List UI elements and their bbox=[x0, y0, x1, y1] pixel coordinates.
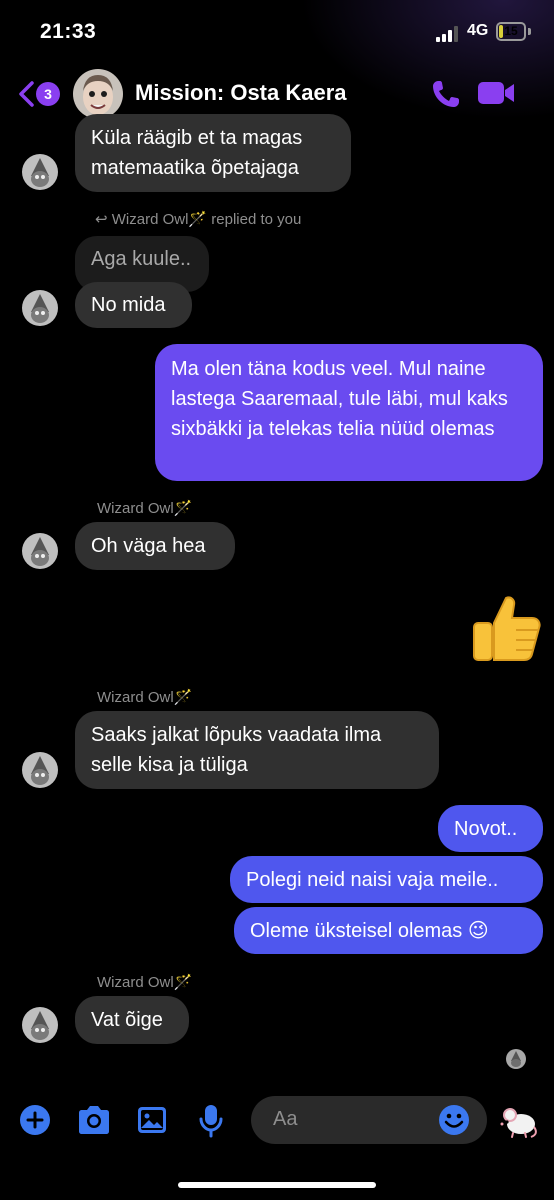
reply-note-text: Wizard Owl🪄 replied to you bbox=[111, 211, 302, 228]
thumbs-up-icon[interactable] bbox=[466, 590, 546, 670]
status-time: 21:33 bbox=[40, 20, 97, 43]
message-bubble-outgoing[interactable]: Oleme üksteisel olemas 😉 bbox=[234, 907, 543, 954]
message-bubble-incoming[interactable]: No mida bbox=[75, 282, 192, 328]
avatar[interactable] bbox=[22, 752, 58, 788]
sender-name: Wizard Owl🪄 bbox=[97, 500, 193, 517]
plus-circle-icon[interactable] bbox=[19, 1104, 51, 1136]
message-bubble-incoming[interactable]: Vat õige bbox=[75, 996, 189, 1044]
battery-level: 15 bbox=[504, 24, 518, 38]
chat-title[interactable]: Mission: Osta Kaera bbox=[135, 80, 347, 106]
camera-icon[interactable] bbox=[76, 1104, 112, 1136]
composer-bar: Aa bbox=[0, 1086, 554, 1156]
emoji-icon[interactable] bbox=[438, 1104, 470, 1136]
message-bubble-incoming[interactable]: Küla räägib et ta magas matemaatika õpet… bbox=[75, 114, 351, 192]
video-camera-icon[interactable] bbox=[477, 78, 515, 108]
group-avatar[interactable] bbox=[73, 69, 123, 119]
avatar[interactable] bbox=[22, 290, 58, 326]
sender-name: Wizard Owl🪄 bbox=[97, 689, 193, 706]
message-input-placeholder: Aa bbox=[273, 1108, 298, 1130]
message-bubble-outgoing[interactable]: Polegi neid naisi vaja meile.. bbox=[230, 856, 543, 903]
reply-indicator: ↩ Wizard Owl🪄 replied to you bbox=[95, 210, 301, 228]
chevron-left-icon[interactable] bbox=[16, 80, 36, 108]
unread-badge[interactable]: 3 bbox=[36, 82, 60, 106]
battery-icon: 15 bbox=[496, 22, 526, 41]
mouse-icon[interactable] bbox=[499, 1100, 539, 1140]
avatar[interactable] bbox=[22, 533, 58, 569]
battery-tip bbox=[528, 28, 531, 35]
message-bubble-outgoing[interactable]: Novot.. bbox=[438, 805, 543, 852]
avatar[interactable] bbox=[22, 1007, 58, 1043]
message-bubble-incoming[interactable]: Oh väga hea bbox=[75, 522, 235, 570]
home-indicator bbox=[178, 1182, 376, 1188]
status-bar: 21:33 4G 15 bbox=[0, 0, 554, 64]
microphone-icon[interactable] bbox=[198, 1104, 224, 1138]
avatar[interactable] bbox=[22, 154, 58, 190]
message-bubble-outgoing[interactable]: Ma olen täna kodus veel. Mul naine laste… bbox=[155, 344, 543, 481]
signal-icon bbox=[436, 26, 458, 42]
seen-avatar bbox=[506, 1049, 526, 1069]
image-icon[interactable] bbox=[136, 1104, 168, 1136]
message-bubble-incoming[interactable]: Saaks jalkat lõpuks vaadata ilma selle k… bbox=[75, 711, 439, 789]
message-input[interactable]: Aa bbox=[251, 1096, 487, 1144]
reply-arrow-icon: ↩ bbox=[95, 211, 112, 228]
sender-name: Wizard Owl🪄 bbox=[97, 974, 193, 991]
phone-icon[interactable] bbox=[430, 78, 462, 110]
network-type: 4G bbox=[467, 22, 489, 39]
